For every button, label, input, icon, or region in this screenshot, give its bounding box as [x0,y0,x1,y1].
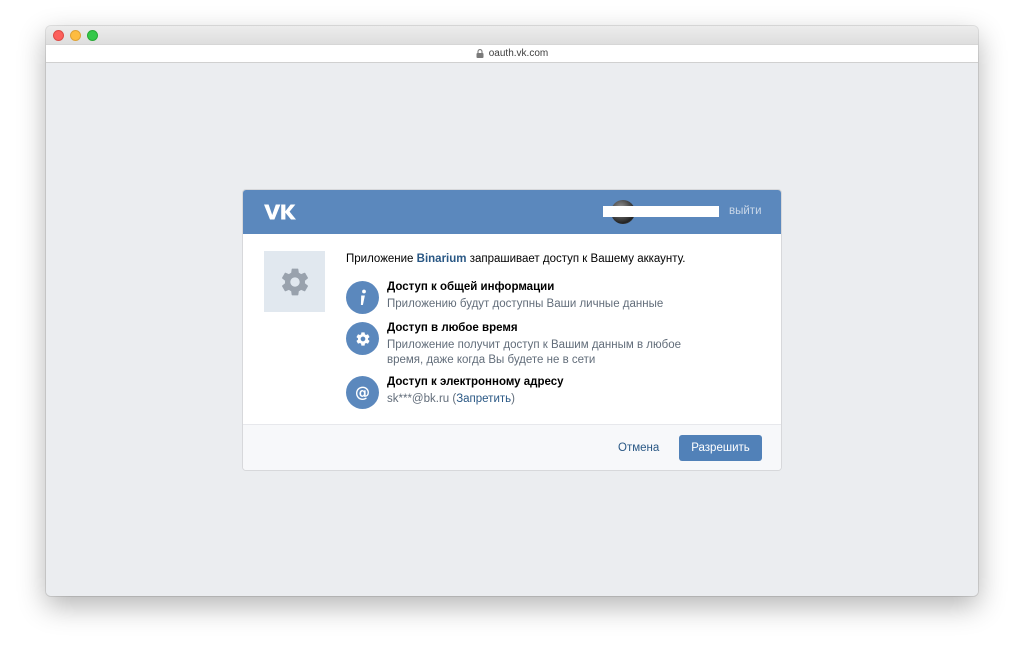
permission-description: Приложение получит доступ к Вашим данным… [387,338,681,368]
request-message: Приложение Binarium запрашивает доступ к… [346,253,685,265]
request-prefix: Приложение [346,253,417,265]
permission-title: Доступ к электронному адресу [387,376,564,388]
allow-button[interactable]: Разрешить [679,435,762,461]
logout-link[interactable]: выйти [729,205,762,217]
dialog-header: выйти [243,190,781,234]
permission-description-line: Приложение получит доступ к Вашим данным… [387,339,682,351]
request-suffix: запрашивает доступ к Вашему аккаунту. [466,253,686,265]
permission-title: Доступ в любое время [387,322,518,334]
deny-email-link[interactable]: Запретить [456,393,511,405]
page-content: выйти Приложение Binarium запрашивает до… [46,63,978,596]
permission-description: sk***@bk.ru (Запретить) [387,392,515,407]
title-bar [46,26,978,44]
gear-icon [346,322,379,355]
address-bar[interactable]: oauth.vk.com [46,44,978,63]
gear-icon [281,268,308,295]
oauth-dialog: выйти Приложение Binarium запрашивает до… [243,190,781,470]
svg-text:@: @ [355,384,370,402]
deny-close-paren: ) [511,393,515,405]
permission-title: Доступ к общей информации [387,281,555,293]
lock-icon [476,49,484,58]
info-icon [346,281,379,314]
at-icon: @ [346,376,379,409]
email-address: sk***@bk.ru [387,393,450,405]
browser-window: oauth.vk.com выйти Приложение Binarium з… [46,26,978,596]
maximize-window-button[interactable] [87,30,98,41]
app-icon [264,251,325,312]
close-window-button[interactable] [53,30,64,41]
dialog-footer: Отмена Разрешить [243,424,781,470]
permission-description-line: Приложению будут доступны Ваши личные да… [387,298,664,310]
minimize-window-button[interactable] [70,30,81,41]
permission-description: Приложению будут доступны Ваши личные да… [387,297,663,312]
address-url: oauth.vk.com [488,48,549,59]
vk-logo-icon [264,204,296,220]
permission-description-line: время, даже когда Вы будете не в сети [387,354,596,366]
user-name-redacted [603,206,719,217]
app-name-link[interactable]: Binarium [417,253,467,265]
cancel-button[interactable]: Отмена [618,442,659,454]
